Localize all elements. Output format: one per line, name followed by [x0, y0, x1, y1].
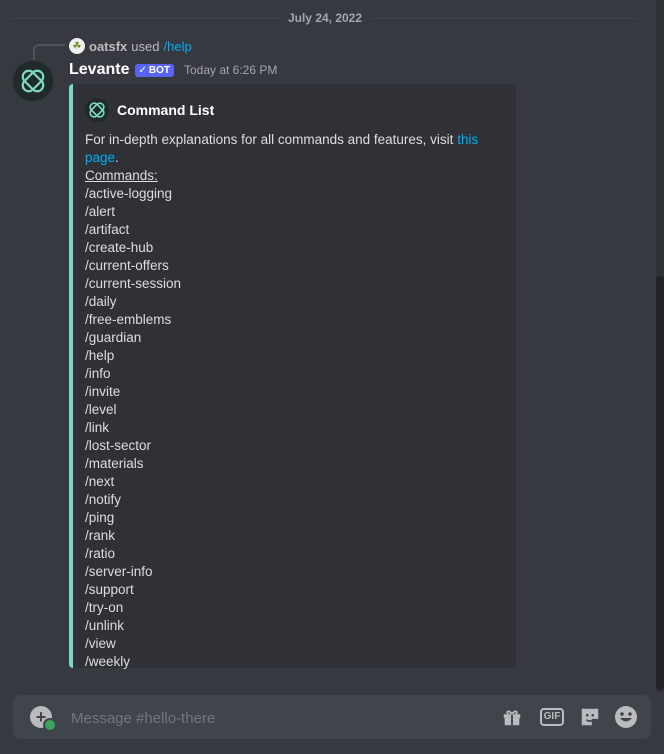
bot-badge: ✓ BOT [135, 63, 174, 77]
commands-list: /active-logging/alert/artifact/create-hu… [85, 185, 510, 671]
command-item: /current-offers [85, 258, 169, 273]
command-item: /help [85, 348, 115, 363]
gif-icon[interactable]: GIF [539, 705, 565, 729]
levante-logo-icon [21, 69, 45, 93]
command-item: /daily [85, 294, 117, 309]
author-name[interactable]: Levante [69, 61, 129, 79]
command-item: /view [85, 636, 116, 651]
gift-icon[interactable] [500, 705, 524, 729]
gif-label: GIF [539, 708, 565, 726]
bot-badge-label: BOT [148, 64, 170, 76]
command-item: /unlink [85, 618, 125, 633]
reply-connector [33, 44, 65, 60]
command-item: /weekly [85, 654, 131, 669]
scrollbar-thumb[interactable] [656, 276, 664, 690]
command-item: /rank [85, 528, 116, 543]
reply-used-text: used [131, 38, 160, 54]
command-item: /notify [85, 492, 122, 507]
verified-check-icon: ✓ [138, 64, 147, 76]
message-header: Levante ✓ BOT Today at 6:26 PM [69, 60, 277, 80]
message-input[interactable] [69, 706, 473, 730]
command-item: /next [85, 474, 115, 489]
command-list-embed: Command List For in-depth explanations f… [69, 84, 516, 671]
intro-text: For in-depth explanations for all comman… [85, 132, 458, 147]
replied-username[interactable]: oatsfx [89, 39, 127, 54]
command-item: /alert [85, 204, 116, 219]
command-item: /level [85, 402, 117, 417]
embed-author-icon [85, 98, 109, 122]
command-item: /invite [85, 384, 121, 399]
embed-description: For in-depth explanations for all comman… [85, 131, 510, 671]
date-divider: July 24, 2022 [12, 10, 638, 26]
replied-user-avatar[interactable]: ☘ [69, 38, 85, 54]
bot-avatar[interactable] [12, 60, 54, 102]
message-timestamp[interactable]: Today at 6:26 PM [184, 63, 277, 77]
command-item: /ratio [85, 546, 116, 561]
command-item: /link [85, 420, 110, 435]
reply-command[interactable]: /help [164, 39, 192, 54]
commands-heading: Commands: [85, 168, 158, 183]
upload-indicator-dot [43, 718, 57, 732]
embed-intro: For in-depth explanations for all comman… [85, 131, 510, 167]
embed-author: Command List [85, 98, 214, 122]
command-item: /info [85, 366, 111, 381]
command-item: /lost-sector [85, 438, 152, 453]
divider-line-left [12, 17, 280, 19]
command-item: /active-logging [85, 186, 173, 201]
command-item: /artifact [85, 222, 130, 237]
command-item: /guardian [85, 330, 142, 345]
message-composer: + GIF [13, 695, 651, 739]
emoji-icon[interactable] [614, 705, 638, 729]
command-item: /free-emblems [85, 312, 172, 327]
sticker-icon[interactable] [578, 705, 602, 729]
command-item: /create-hub [85, 240, 154, 255]
embed-title: Command List [117, 102, 215, 118]
command-item: /try-on [85, 600, 124, 615]
command-item: /support [85, 582, 134, 597]
divider-line-right [370, 17, 638, 19]
command-item: /ping [85, 510, 115, 525]
date-divider-label: July 24, 2022 [287, 11, 363, 25]
intro-suffix: . [115, 150, 119, 165]
command-item: /materials [85, 456, 144, 471]
command-item: /current-session [85, 276, 182, 291]
command-reply-context[interactable]: ☘ oatsfx used /help [69, 38, 192, 54]
command-item: /server-info [85, 564, 153, 579]
